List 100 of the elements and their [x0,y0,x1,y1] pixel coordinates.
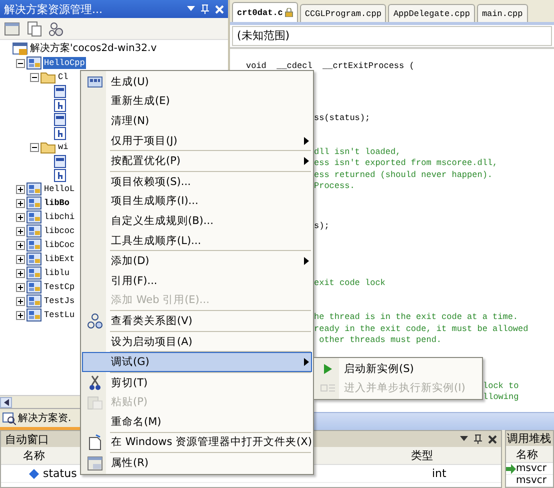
code-line: void __cdecl __crtExitProcess ( [246,61,414,72]
show-files-icon [26,20,42,36]
code-comment: other threads must pend. [318,334,442,346]
table-cell: msvcr [516,463,546,474]
properties-icon [4,20,20,36]
code-line: ss(status); [314,112,370,124]
code-comment: ess returned (should never happen). [314,170,493,181]
expand-toggle[interactable] [16,282,25,292]
tree-item[interactable]: wi [57,141,70,153]
tree-item[interactable]: TestJs [43,295,76,307]
menu-item[interactable]: 清理(N) [82,111,312,131]
scope-dropdown[interactable]: (未知范围) [232,26,552,46]
class-diagram-icon [87,312,103,329]
tree-item[interactable]: Cl [57,71,70,83]
cpp-file-icon[interactable] [54,84,66,98]
project-icon [26,224,42,238]
menu-item[interactable]: 引用(F)... [82,270,312,291]
expand-toggle[interactable] [16,268,25,278]
file-tab[interactable]: AppDelegate.cpp [388,4,475,22]
menu-item[interactable]: 调试(G) [82,352,312,372]
file-tab[interactable]: crt0dat.c [232,2,298,22]
menu-item[interactable]: 剪切(T) [82,372,312,392]
menu-item[interactable]: 启动新实例(S) [315,359,481,379]
folder-icon [40,140,56,154]
menu-item[interactable]: 重新生成(E) [82,92,312,112]
pin-icon [201,4,209,14]
header-file-icon[interactable] [54,98,66,112]
project-icon [26,210,42,224]
expand-toggle[interactable] [16,198,25,208]
panel-title: 调用堆栈 [507,431,551,446]
tree-item[interactable]: libchi [43,211,76,223]
pin-icon [474,434,482,444]
properties-icon [87,456,103,471]
collapse-toggle[interactable] [16,58,25,68]
close-icon [488,434,497,444]
close-icon [215,4,224,14]
tree-item[interactable]: HelloCpp [43,57,86,69]
tree-item[interactable]: libExt [43,253,76,265]
scroll-left-button[interactable] [0,396,12,408]
menu-item[interactable]: 项目生成顺序(I)... [82,192,312,212]
expand-toggle[interactable] [16,296,25,306]
document-icon [88,434,102,450]
solution-explorer-icon [2,411,16,425]
table-cell-text: int [432,467,448,480]
expand-toggle[interactable] [16,240,25,250]
project-icon [26,56,42,70]
header-file-icon[interactable] [54,126,66,140]
menu-item[interactable]: 在 Windows 资源管理器中打开文件夹(X) [82,432,312,452]
menu-item[interactable]: 设为启动项目(A) [82,332,312,352]
expand-toggle[interactable] [16,184,25,194]
tree-item[interactable]: 解决方案'cocos2d-win32.v [29,43,158,55]
tree-item[interactable]: TestLu [43,309,76,321]
menu-item[interactable]: 添加(D) [82,251,312,271]
menu-item[interactable]: 查看类关系图(V) [82,311,312,331]
code-comment: Process. [314,180,355,192]
panel-tab[interactable]: 解决方案资. [18,411,72,425]
tree-item[interactable]: liblu [43,267,71,279]
expand-toggle[interactable] [16,226,25,236]
code-comment: he thread is in the exit code at a time. [314,312,518,324]
left-arrow-icon [4,398,8,406]
panel-title: 解决方案资源管理... [4,2,102,16]
project-icon [26,252,42,266]
code-comment: lock to [483,380,519,392]
class-diagram-icon [48,20,64,36]
file-tab[interactable]: CCGLProgram.cpp [300,4,386,22]
menu-item[interactable]: 属性(R) [82,453,312,473]
cpp-file-icon[interactable] [54,154,66,168]
code-comment: ess isn't exported from mscoree.dll, [314,158,498,170]
dropdown-icon [460,436,468,442]
cpp-file-icon[interactable] [54,112,66,126]
menu-item[interactable]: 生成(U) [82,72,312,92]
project-icon [26,238,42,252]
panel-title: 自动窗口 [5,432,49,446]
menu-item[interactable]: 项目依赖项(S)... [82,172,312,192]
menu-item[interactable]: 自定义生成规则(B)... [82,211,312,231]
file-tab[interactable]: main.cpp [476,4,528,22]
expand-toggle[interactable] [16,310,25,320]
tree-item[interactable]: libCoc [43,239,76,251]
tree-item[interactable]: libBo [43,197,71,209]
column-header[interactable]: 类型 [411,448,433,463]
tree-item[interactable]: libcoc [43,225,76,237]
collapse-toggle[interactable] [30,72,39,82]
tree-item[interactable]: TestCp [43,281,76,293]
clipboard-icon [87,394,103,410]
project-icon [26,196,42,210]
code-comment: llowing [483,392,519,404]
menu-item[interactable]: 仅用于项目(J) [82,130,312,150]
menu-item[interactable]: 重命名(M) [82,412,312,432]
code-line: s); [314,221,330,232]
current-frame-arrow-icon [506,464,516,474]
project-icon [26,280,42,294]
project-icon [26,182,42,196]
column-header[interactable]: 名称 [23,448,45,463]
menu-item[interactable]: 按配置优化(P) [82,151,312,171]
menu-item[interactable]: 工具生成顺序(L)... [82,230,312,250]
collapse-toggle[interactable] [30,142,39,152]
expand-toggle[interactable] [16,254,25,264]
tree-item[interactable]: HelloL [43,183,76,195]
expand-toggle[interactable] [16,212,25,222]
header-file-icon[interactable] [54,168,66,182]
